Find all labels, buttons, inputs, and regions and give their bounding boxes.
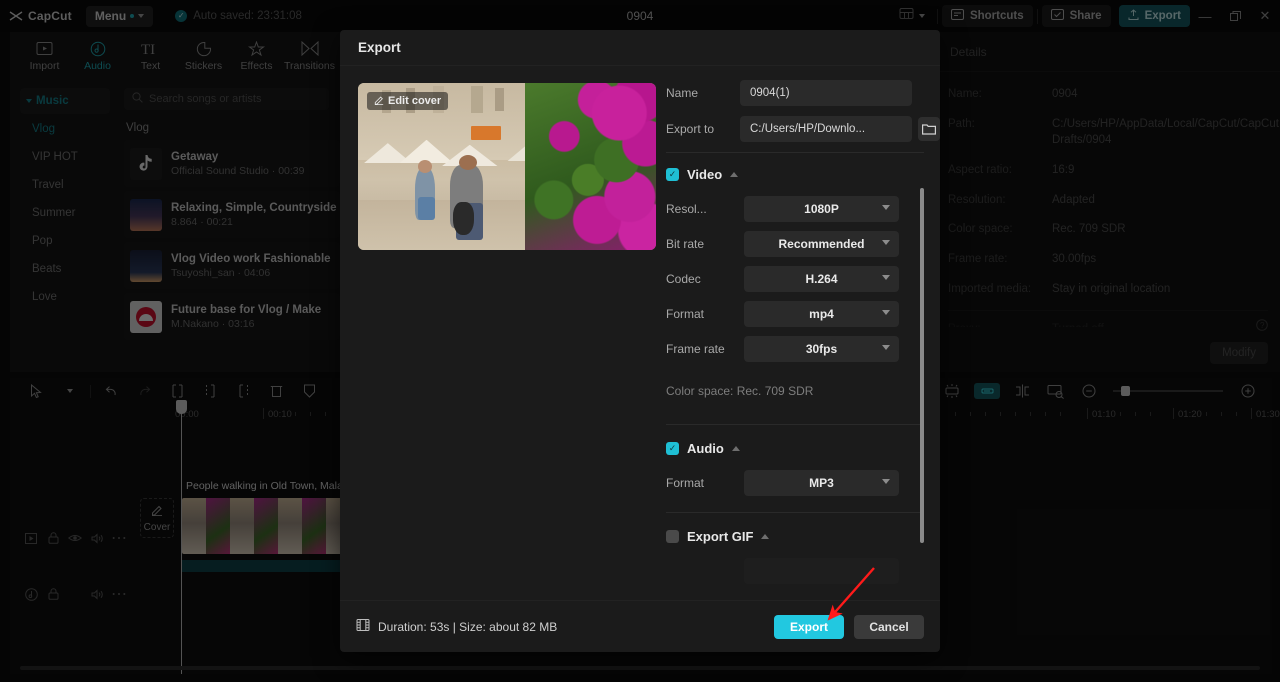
dialog-actions: Export Cancel xyxy=(774,614,924,639)
folder-icon[interactable] xyxy=(918,117,940,141)
chevron-up-icon[interactable] xyxy=(730,172,739,177)
video-section-label: Video xyxy=(687,167,723,182)
codec-label: Codec xyxy=(666,272,701,286)
audio-format-value: MP3 xyxy=(809,476,834,490)
audio-format-label: Format xyxy=(666,476,705,490)
gif-section-header: Export GIF xyxy=(666,529,940,544)
chevron-down-icon xyxy=(882,275,890,280)
chevron-down-icon xyxy=(882,310,890,315)
name-label: Name xyxy=(666,86,699,100)
gif-section-label: Export GIF xyxy=(687,529,754,544)
gif-option-row-partial xyxy=(666,558,940,584)
bitrate-row: Bit rate Recommended xyxy=(666,231,940,257)
color-space-note: Color space: Rec. 709 SDR xyxy=(666,384,814,398)
framerate-label: Frame rate xyxy=(666,342,725,356)
format-select[interactable]: mp4 xyxy=(744,301,899,327)
divider xyxy=(666,512,924,513)
bitrate-label: Bit rate xyxy=(666,237,705,251)
codec-value: H.264 xyxy=(805,272,838,286)
chevron-down-icon xyxy=(882,345,890,350)
audio-format-select[interactable]: MP3 xyxy=(744,470,899,496)
dialog-body: Edit cover Name 0904(1) Export to C:/Use… xyxy=(340,66,940,600)
capcut-window: CapCut Menu ✓ Auto saved: 23:31:08 0904 xyxy=(0,0,1280,682)
chevron-up-icon[interactable] xyxy=(731,446,740,451)
framerate-value: 30fps xyxy=(805,342,838,356)
settings-scrollbar[interactable] xyxy=(920,188,924,543)
duration-text: Duration: 53s | Size: about 82 MB xyxy=(378,619,558,634)
name-input[interactable]: 0904(1) xyxy=(740,80,912,106)
bitrate-select[interactable]: Recommended xyxy=(744,231,899,257)
export-to-row: Export to C:/Users/HP/Downlo... xyxy=(666,116,940,142)
export-dialog: Export Edit cover Name 0904(1) Export to… xyxy=(340,30,940,652)
cancel-button[interactable]: Cancel xyxy=(854,614,924,639)
chevron-down-icon xyxy=(882,240,890,245)
gif-option-select[interactable] xyxy=(744,558,899,584)
resolution-label: Resol... xyxy=(666,202,707,216)
export-settings-panel: Name 0904(1) Export to C:/Users/HP/Downl… xyxy=(666,66,940,600)
bitrate-value: Recommended xyxy=(778,237,865,251)
film-icon xyxy=(356,618,370,635)
framerate-row: Frame rate 30fps xyxy=(666,336,940,362)
video-section-header: ✓ Video xyxy=(666,167,940,182)
resolution-row: Resol... 1080P xyxy=(666,196,940,222)
codec-row: Codec H.264 xyxy=(666,266,940,292)
name-field-row: Name 0904(1) xyxy=(666,80,940,106)
export-to-label: Export to xyxy=(666,122,715,136)
audio-checkbox[interactable]: ✓ xyxy=(666,442,679,455)
edit-cover-label: Edit cover xyxy=(388,95,442,107)
resolution-select[interactable]: 1080P xyxy=(744,196,899,222)
resolution-value: 1080P xyxy=(804,202,839,216)
divider xyxy=(666,152,924,153)
chevron-down-icon xyxy=(882,205,890,210)
gif-checkbox[interactable] xyxy=(666,530,679,543)
video-checkbox[interactable]: ✓ xyxy=(666,168,679,181)
audio-section-label: Audio xyxy=(687,441,724,456)
cover-thumbnail: Edit cover xyxy=(358,83,656,250)
divider xyxy=(666,424,924,425)
cover-preview-area: Edit cover xyxy=(340,66,666,600)
edit-pencil-icon xyxy=(374,95,384,108)
format-label: Format xyxy=(666,307,705,321)
framerate-select[interactable]: 30fps xyxy=(744,336,899,362)
edit-cover-button[interactable]: Edit cover xyxy=(367,92,449,110)
export-button[interactable]: Export xyxy=(774,614,844,639)
codec-select[interactable]: H.264 xyxy=(744,266,899,292)
dialog-footer: Duration: 53s | Size: about 82 MB Export… xyxy=(340,600,940,652)
gif-option-label xyxy=(666,564,744,578)
audio-format-row: Format MP3 xyxy=(666,470,940,496)
format-value: mp4 xyxy=(809,307,834,321)
chevron-up-icon[interactable] xyxy=(761,534,770,539)
audio-section-header: ✓ Audio xyxy=(666,441,940,456)
format-row: Format mp4 xyxy=(666,301,940,327)
dialog-title: Export xyxy=(340,30,940,66)
chevron-down-icon xyxy=(882,479,890,484)
duration-info: Duration: 53s | Size: about 82 MB xyxy=(356,618,557,635)
export-path-input[interactable]: C:/Users/HP/Downlo... xyxy=(740,116,912,142)
